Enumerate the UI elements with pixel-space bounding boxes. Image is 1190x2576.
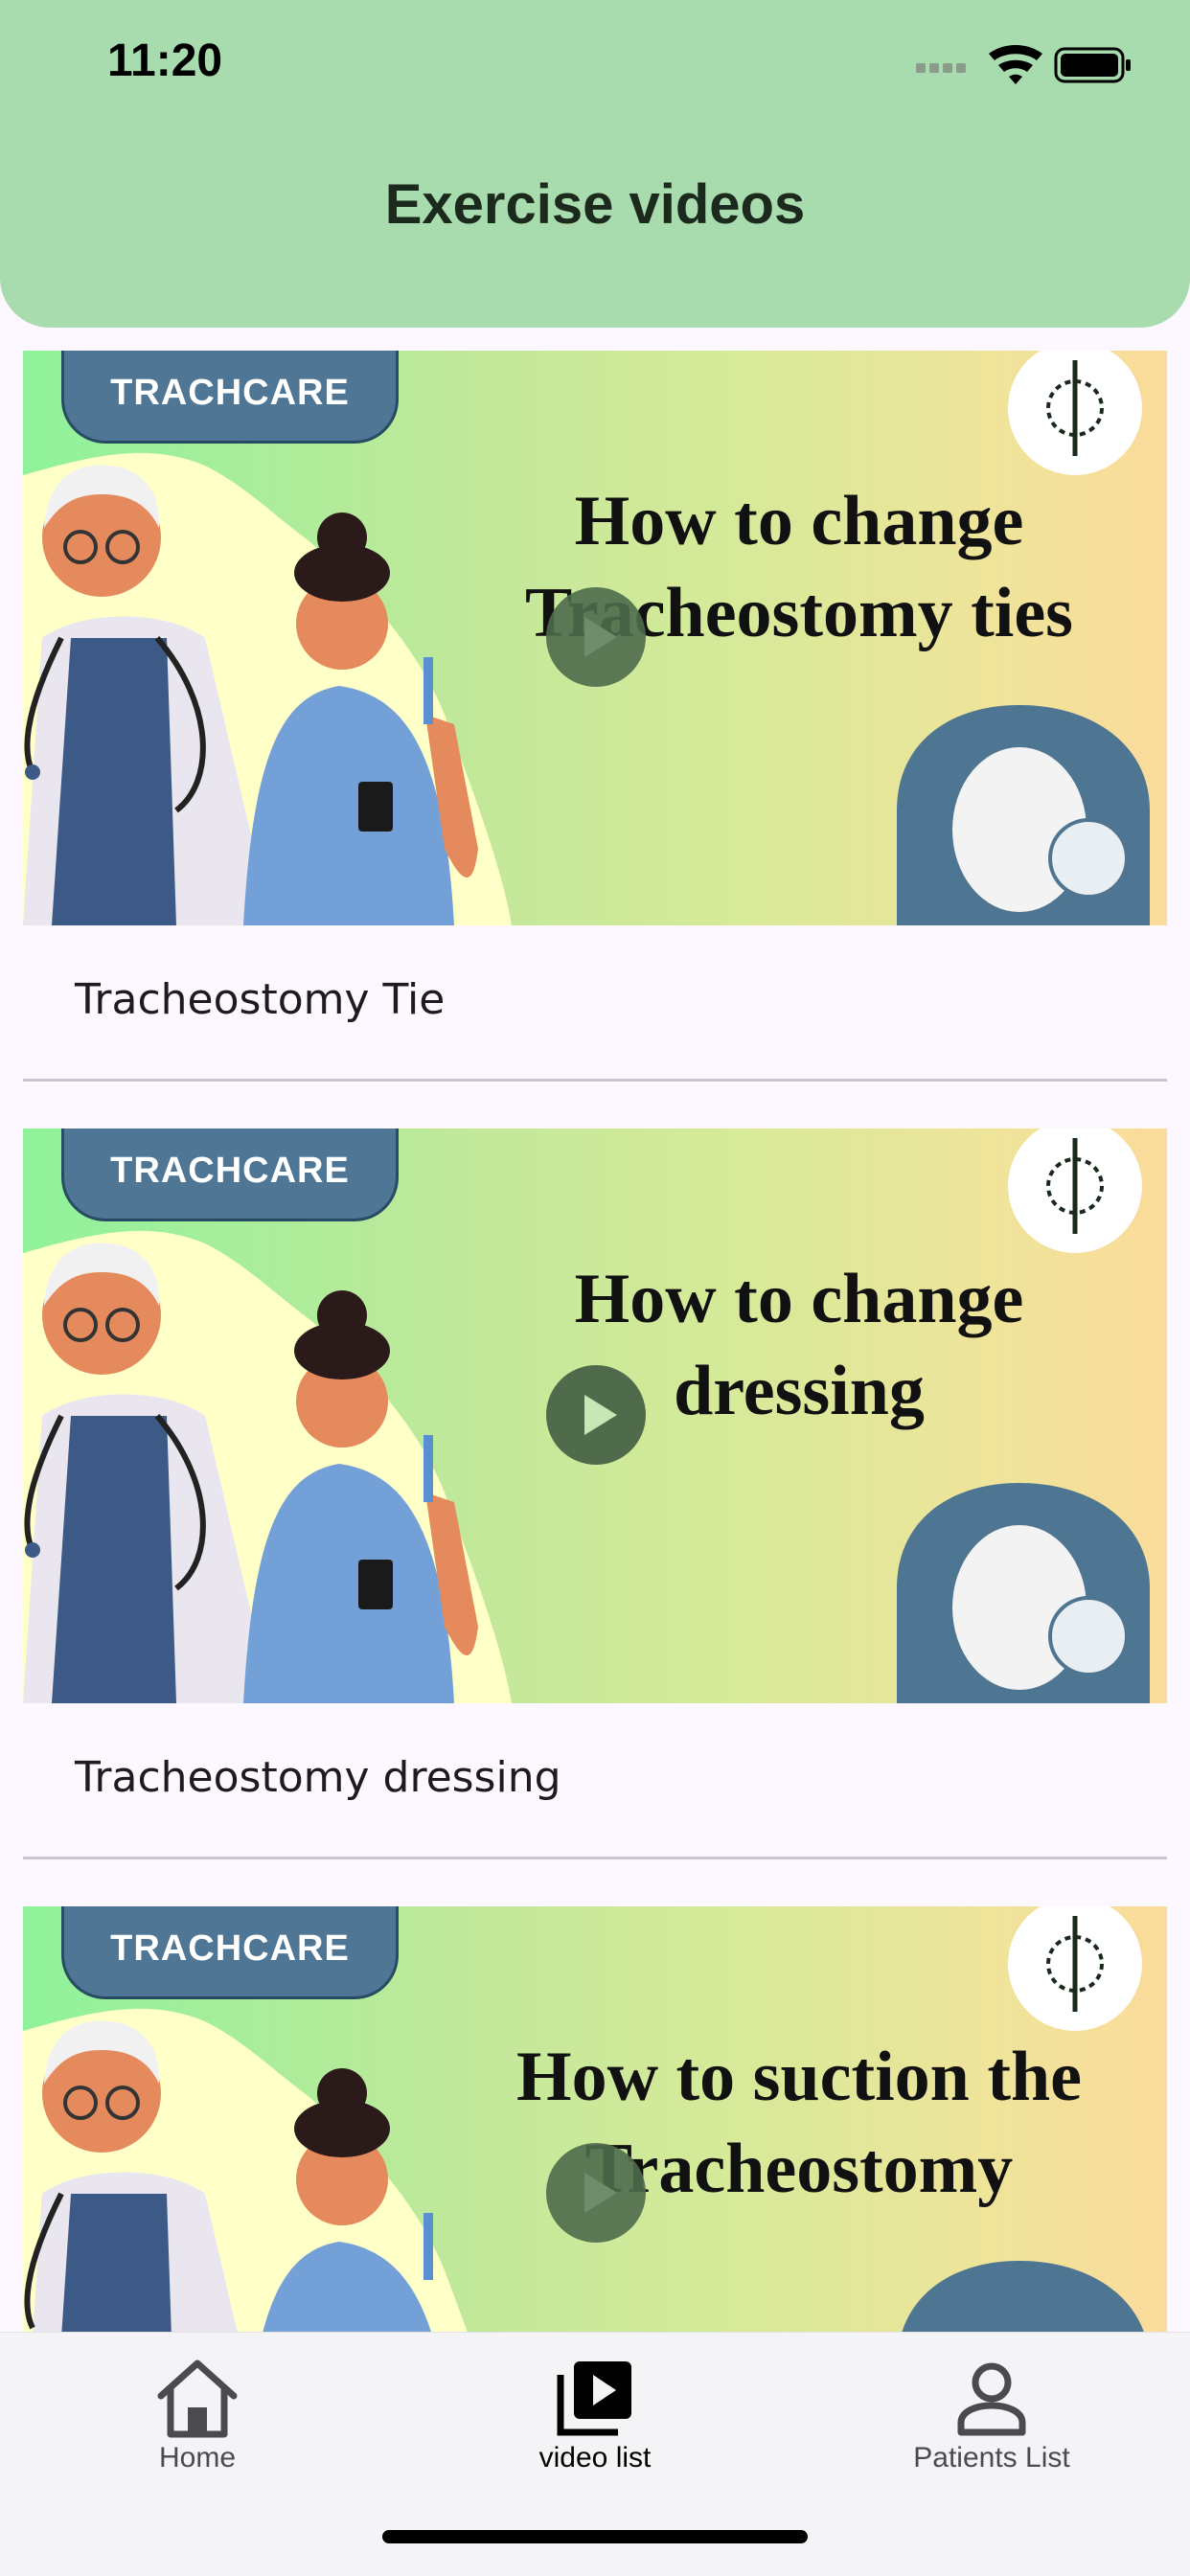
video-card[interactable]: TRACHCARE How to change dressing Tracheo… — [23, 1128, 1167, 1885]
status-time: 11:20 — [107, 35, 223, 86]
brand-badge: TRACHCARE — [61, 1128, 399, 1221]
status-icons — [912, 42, 1180, 90]
tab-label: video list — [538, 2442, 652, 2473]
app-header: 11:20 Exercise videos — [0, 0, 1190, 328]
person-icon — [957, 2362, 1026, 2436]
video-thumbnail[interactable]: TRACHCARE How to change Tracheostomy tie… — [23, 351, 1167, 925]
thumbnail-title: How to suction the Tracheostomy — [435, 2031, 1163, 2215]
video-title: Tracheostomy dressing — [75, 1753, 561, 1802]
thumbnail-title-line: How to suction the — [516, 2038, 1082, 2116]
brand-badge: TRACHCARE — [61, 351, 399, 444]
video-thumbnail[interactable]: TRACHCARE How to change dressing — [23, 1128, 1167, 1703]
airway-illustration — [897, 1483, 1150, 1703]
home-icon — [157, 2359, 238, 2438]
play-icon[interactable] — [545, 1364, 647, 1466]
video-thumbnail[interactable]: TRACHCARE How to suction the Tracheostom… — [23, 1906, 1167, 2332]
logo-seal — [1008, 351, 1142, 475]
tab-label: Patients List — [913, 2442, 1070, 2473]
battery-icon — [1054, 47, 1131, 83]
thumbnail-title-line: dressing — [674, 1352, 925, 1430]
tab-home[interactable]: Home — [54, 2333, 341, 2505]
home-indicator[interactable] — [382, 2530, 808, 2543]
video-card[interactable]: TRACHCARE How to change Tracheostomy tie… — [23, 351, 1167, 1107]
tab-patients-list[interactable]: Patients List — [848, 2333, 1135, 2505]
divider — [23, 1857, 1167, 1859]
airway-illustration — [902, 2261, 1144, 2332]
airway-illustration — [897, 705, 1150, 925]
page-title: Exercise videos — [384, 173, 806, 236]
wifi-icon — [989, 45, 1042, 84]
play-icon[interactable] — [545, 586, 647, 688]
video-list[interactable]: TRACHCARE How to change Tracheostomy tie… — [0, 328, 1190, 2332]
play-icon[interactable] — [545, 2142, 647, 2244]
thumbnail-title: How to change dressing — [435, 1253, 1163, 1437]
video-library-icon — [557, 2361, 631, 2436]
brand-badge: TRACHCARE — [61, 1906, 399, 1999]
tab-label: Home — [158, 2442, 237, 2473]
logo-seal — [1008, 1906, 1142, 2031]
cellular-icon — [916, 63, 966, 73]
video-card[interactable]: TRACHCARE How to suction the Tracheostom… — [23, 1906, 1167, 2332]
video-title: Tracheostomy Tie — [75, 975, 446, 1024]
divider — [23, 1079, 1167, 1082]
thumbnail-title-line: Tracheostomy ties — [525, 574, 1073, 652]
thumbnail-title-line: Tracheostomy — [584, 2130, 1014, 2208]
tab-video-list[interactable]: video list — [451, 2333, 739, 2505]
bottom-tab-bar: Home video list Patients List — [0, 2332, 1190, 2576]
thumbnail-title-line: How to change — [574, 482, 1024, 560]
thumbnail-title-line: How to change — [574, 1260, 1024, 1338]
thumbnail-title: How to change Tracheostomy ties — [435, 475, 1163, 659]
logo-seal — [1008, 1128, 1142, 1253]
